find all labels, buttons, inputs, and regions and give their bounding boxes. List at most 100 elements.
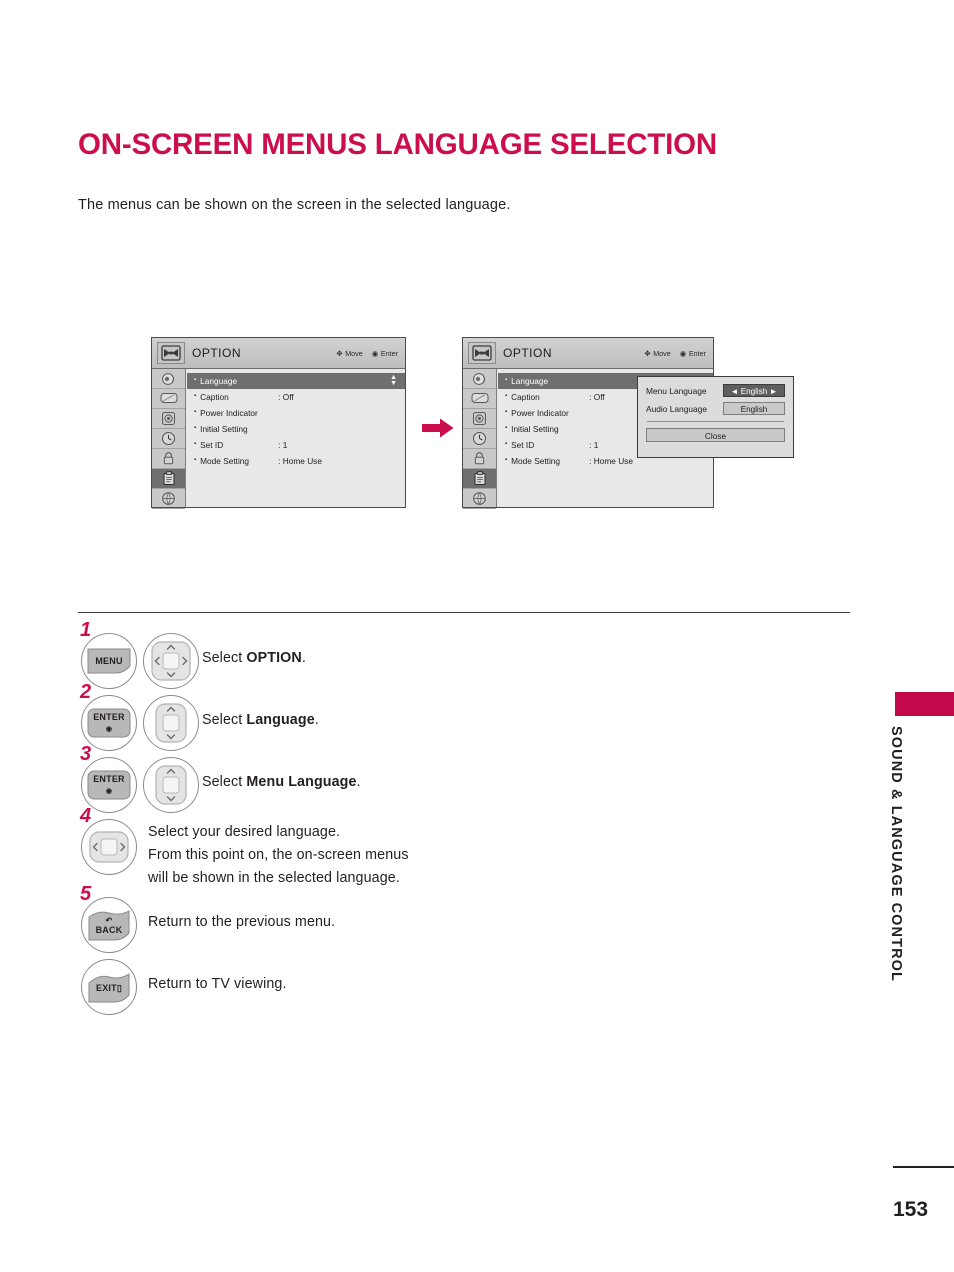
osd-row-value: : Home Use [589,456,633,466]
osd-hint-move-label: Move [653,349,671,358]
osd-row-set-id[interactable]: ▪ Set ID : 1 [187,437,405,453]
step-1-text-tail: . [301,650,306,666]
page-subtitle: The menus can be shown on the screen in … [78,197,511,213]
step-2-text-tail: . [314,712,319,728]
menu-button-label: MENU [95,655,123,666]
step-4-line-2: From this point on, the on-screen menus [148,847,409,863]
osd-hint-enter: ◉ Enter [372,349,398,358]
step-5-text: Return to the previous menu. [148,914,336,930]
close-button[interactable]: Close [646,428,785,442]
language-popup: Menu Language ◄ English ► Audio Language… [637,376,794,458]
page-number: 153 [893,1198,929,1221]
section-divider [78,612,850,613]
step-2-text-bold: Language [246,712,315,728]
osd-title: OPTION [503,346,553,360]
bullet-icon: ▪ [505,393,508,399]
rail-item-tv-picture-icon[interactable] [463,389,496,409]
rail-item-clock-time-icon[interactable] [463,429,496,449]
osd-hint-enter-label: Enter [380,349,398,358]
step-number: 2 [80,681,92,703]
enter-dot-icon: ◉ [105,725,113,733]
osd-row-label: Mode Setting [200,456,250,466]
osd-row-label: Mode Setting [511,456,561,466]
osd-category-rail [463,369,497,509]
step-exit: EXIT▯ Return to TV viewing. [78,956,858,1018]
rail-item-network-globe-icon[interactable] [463,489,496,509]
enter-button-label: ENTER ◉ [93,712,125,733]
enter-dot-icon: ◉ [105,787,113,795]
back-button-label: ↶ BACK [96,916,123,936]
osd-row-mode-setting[interactable]: ▪ Mode Setting : Home Use [187,453,405,469]
osd-row-value: : 1 [278,440,288,450]
move-pad-icon: ✥ [644,348,651,358]
rail-item-tv-picture-icon[interactable] [152,389,185,409]
rail-item-option-clipboard-icon[interactable] [463,469,496,489]
rail-item-lock-icon[interactable] [463,449,496,469]
osd-row-label: Set ID [200,440,224,450]
osd-row-language[interactable]: ▪ Language ▲ ▼ [187,373,405,389]
rail-item-audio-speaker-icon[interactable] [152,369,185,389]
bullet-icon: ▪ [505,441,508,447]
exit-button-label: EXIT▯ [96,984,122,993]
flow-arrow-icon [422,418,454,438]
bullet-icon: ▪ [194,441,197,447]
enter-label-text: ENTER [93,712,125,723]
osd-hints: ✥ Move ◉ Enter [644,349,706,358]
step-4-line-3: will be shown in the selected language. [148,870,400,886]
osd-row-label: Initial Setting [511,424,559,434]
enter-button-label: ENTER ◉ [93,774,125,795]
nav-pad-updown[interactable] [140,754,202,816]
audio-language-row: Audio Language English [646,402,785,415]
updown-arrows-icon[interactable]: ▲ ▼ [390,374,397,387]
enter-label-text: ENTER [93,774,125,785]
steps-list: 1 MENU Select OPTION. 2 ENTER ◉ Select L… [78,620,858,1018]
osd-title: OPTION [192,346,242,360]
page-title: ON-SCREEN MENUS LANGUAGE SELECTION [78,128,717,161]
osd-hints: ✥ Move ◉ Enter [336,349,398,358]
enter-dot-icon: ◉ [679,348,687,358]
step-1-text: Select OPTION. [202,630,306,670]
osd-header: OPTION ✥ Move ◉ Enter [152,338,405,369]
step-3-text-bold: Menu Language [246,774,357,790]
exit-button[interactable]: EXIT▯ [78,956,140,1018]
rail-item-setup-gear-icon[interactable] [152,409,185,429]
rail-item-clock-time-icon[interactable] [152,429,185,449]
rail-item-lock-icon[interactable] [152,449,185,469]
step-number: 5 [80,883,92,905]
bullet-icon: ▪ [505,457,508,463]
osd-row-initial-setting[interactable]: ▪ Initial Setting [187,421,405,437]
step-3-text-lead: Select [202,774,247,790]
bullet-icon: ▪ [194,393,197,399]
menu-language-row: Menu Language ◄ English ► [646,384,785,397]
step-2-text-lead: Select [202,712,247,728]
nav-pad-updown[interactable] [140,692,202,754]
rail-item-option-clipboard-icon[interactable] [152,469,185,489]
bullet-icon: ▪ [194,409,197,415]
rail-item-setup-gear-icon[interactable] [463,409,496,429]
section-tab-label: SOUND & LANGUAGE CONTROL [888,726,904,982]
bullet-icon: ▪ [505,425,508,431]
enter-dot-icon: ◉ [371,348,379,358]
nav-pad-4way[interactable] [140,630,202,692]
step-3-text: Select Menu Language. [202,754,361,794]
osd-row-value: : Home Use [278,456,322,466]
osd-row-power-indicator[interactable]: ▪ Power Indicator [187,405,405,421]
bullet-icon: ▪ [505,377,508,383]
step-number: 1 [80,619,92,641]
osd-row-caption[interactable]: ▪ Caption : Off [187,389,405,405]
step-3: 3 ENTER ◉ Select Menu Language. [78,744,858,816]
osd-row-label: Language [511,376,549,386]
rail-item-network-globe-icon[interactable] [152,489,185,509]
step-3-text-tail: . [356,774,361,790]
step-number: 3 [80,743,92,765]
menu-language-value[interactable]: ◄ English ► [723,384,785,397]
osd-row-label: Caption [511,392,540,402]
osd-menu-list: ▪ Language ▲ ▼ ▪ Caption : Off ▪ Power In… [187,369,405,507]
footer-rule [893,1166,954,1168]
step-exit-text: Return to TV viewing. [148,976,287,992]
rail-item-audio-speaker-icon[interactable] [463,369,496,389]
audio-language-value[interactable]: English [723,402,785,415]
step-2-text: Select Language. [202,692,319,732]
osd-hint-enter: ◉ Enter [680,349,706,358]
osd-panel-option: OPTION ✥ Move ◉ Enter ▪ Language ▲ ▼ ▪ C… [151,337,406,509]
